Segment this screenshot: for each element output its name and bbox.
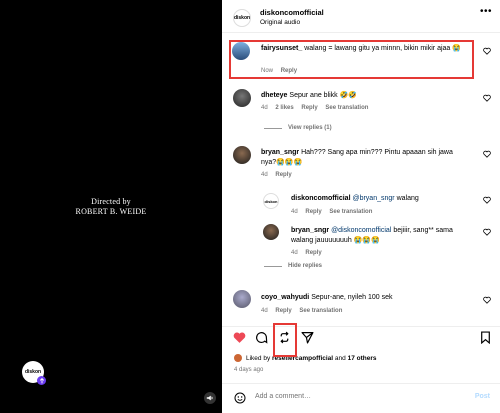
comment-username[interactable]: bryan_sngr: [261, 149, 299, 156]
divider: [222, 326, 500, 327]
reply-text: diskoncomofficial @bryan_sngr walang: [291, 195, 419, 202]
repost-badge-icon: [37, 376, 46, 385]
account-logo-text: diskon: [233, 15, 251, 21]
highlight-box: [273, 323, 297, 357]
comment-text: coyo_wahyudi Sepur-ane, nyileh 100 sek: [261, 294, 393, 301]
others-likes-link[interactable]: 17 others: [348, 355, 377, 362]
avatar[interactable]: [233, 146, 251, 164]
reply-button[interactable]: Reply: [305, 250, 321, 256]
comment-meta: 4d Reply See translation: [261, 308, 343, 314]
comment-text: bryan_sngr Hah??? Sang apa min??? Pintu …: [261, 149, 453, 166]
emoji-icon[interactable]: [234, 392, 246, 404]
post-timestamp: 4 days ago: [234, 367, 264, 373]
comment-meta: 4d 2 likes Reply See translation: [261, 105, 369, 111]
avatar[interactable]: diskon: [263, 193, 279, 209]
post-header: diskon diskoncomofficial Original audio …: [222, 0, 500, 33]
bookmark-icon[interactable]: [479, 331, 492, 344]
video-logo-text: diskon: [24, 369, 42, 375]
account-name[interactable]: diskoncomofficial: [260, 8, 324, 17]
mention-link[interactable]: @bryan_sngr: [352, 195, 394, 202]
like-comment-icon[interactable]: [483, 47, 491, 55]
see-translation-button[interactable]: See translation: [325, 105, 368, 111]
comment-text: dheteye Sepur ane blikk 🤣🤣: [261, 92, 358, 99]
see-translation-button[interactable]: See translation: [329, 209, 372, 215]
divider: [222, 383, 500, 384]
reply-button[interactable]: Reply: [301, 105, 317, 111]
reply-button[interactable]: Reply: [275, 172, 291, 178]
reply-button[interactable]: Reply: [275, 308, 291, 314]
see-translation-button[interactable]: See translation: [299, 308, 342, 314]
likes-summary: Liked by resellercampofficial and 17 oth…: [234, 354, 376, 362]
like-comment-icon[interactable]: [483, 296, 491, 304]
like-comment-icon[interactable]: [483, 196, 491, 204]
reply-username[interactable]: bryan_sngr: [291, 227, 329, 234]
avatar[interactable]: [233, 290, 251, 308]
hide-replies-button[interactable]: Hide replies: [264, 263, 322, 269]
comment-icon[interactable]: [255, 331, 268, 344]
video-credits: Directed by ROBERT B. WEIDE: [75, 197, 147, 216]
speaker-icon: [206, 395, 213, 401]
comment-input[interactable]: Add a comment…: [255, 393, 311, 400]
audio-label[interactable]: Original audio: [260, 19, 300, 26]
reply-username[interactable]: diskoncomofficial: [291, 195, 351, 202]
view-replies-button[interactable]: View replies (1): [264, 125, 332, 131]
video-account-avatar[interactable]: diskon: [22, 361, 46, 385]
more-options-icon[interactable]: •••: [480, 6, 492, 17]
highlight-box: [229, 40, 474, 79]
post-comment-button[interactable]: Post: [475, 393, 490, 400]
comment-username[interactable]: dheteye: [261, 92, 287, 99]
reply-meta: 4d Reply See translation: [291, 209, 373, 215]
reply-button[interactable]: Reply: [305, 209, 321, 215]
avatar[interactable]: [263, 224, 279, 240]
mention-link[interactable]: @diskoncomofficial: [331, 227, 391, 234]
reply-text: bryan_sngr @diskoncomofficial bejiiir, s…: [291, 227, 453, 244]
like-comment-icon[interactable]: [483, 228, 491, 236]
video-player[interactable]: Directed by ROBERT B. WEIDE diskon: [0, 0, 222, 413]
heart-icon[interactable]: [233, 331, 246, 344]
account-avatar[interactable]: diskon: [233, 9, 251, 27]
share-icon[interactable]: [301, 331, 314, 344]
reply-meta: 4d Reply: [291, 250, 322, 256]
liker-avatar[interactable]: [234, 354, 242, 362]
comment-likes[interactable]: 2 likes: [275, 105, 293, 111]
comment-meta: 4d Reply: [261, 172, 292, 178]
like-comment-icon[interactable]: [483, 94, 491, 102]
reply-avatar-logo: diskon: [264, 198, 278, 204]
avatar[interactable]: [233, 89, 251, 107]
mute-toggle-button[interactable]: [204, 392, 216, 404]
comment-username[interactable]: coyo_wahyudi: [261, 294, 309, 301]
like-comment-icon[interactable]: [483, 150, 491, 158]
